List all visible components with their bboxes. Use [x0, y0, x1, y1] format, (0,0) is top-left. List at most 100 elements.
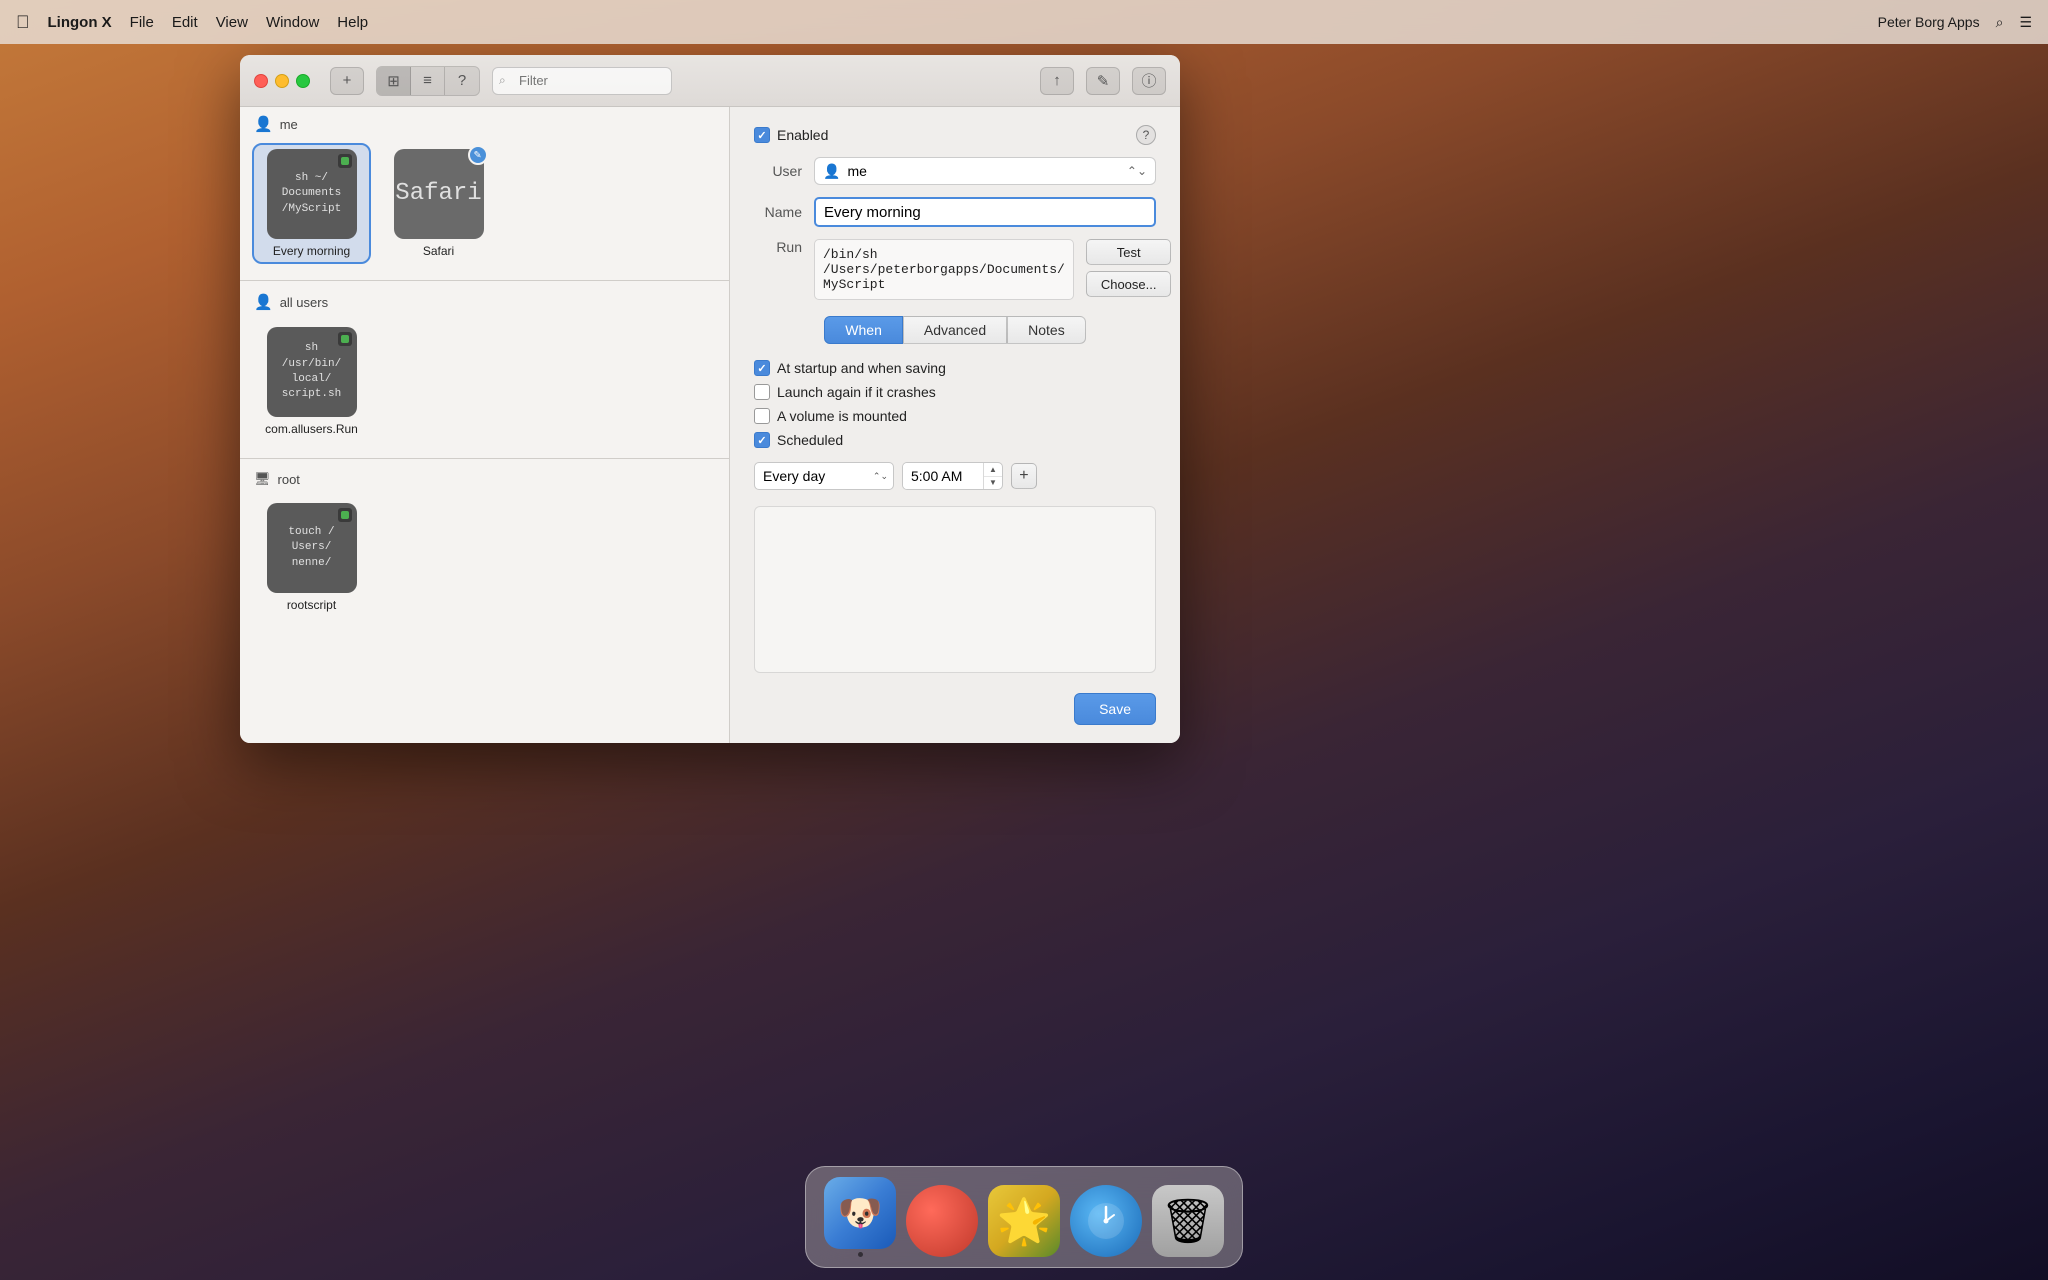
script-icon-com-allusers: sh /usr/bin/ local/ script.sh — [267, 327, 357, 417]
dock: 🌟 🗑 — [805, 1166, 1243, 1268]
share-button[interactable]: ↑ — [1040, 67, 1074, 95]
script-item-rootscript[interactable]: touch / Users/ nenne/ rootscript — [254, 499, 369, 616]
launch-again-label[interactable]: Launch again if it crashes — [754, 384, 1156, 400]
script-item-com-allusers[interactable]: sh /usr/bin/ local/ script.sh com.alluse… — [254, 323, 369, 440]
list-view-button[interactable]: ≡ — [411, 67, 445, 95]
volume-mounted-text: A volume is mounted — [777, 408, 907, 424]
enabled-checkbox-label[interactable]: Enabled — [754, 127, 828, 143]
green-dot-com-allusers — [338, 332, 352, 346]
volume-mounted-checkbox[interactable] — [754, 408, 770, 424]
script-label-rootscript: rootscript — [287, 598, 336, 612]
schedule-row: Every day Every hour Every week Every mo… — [754, 462, 1156, 490]
test-button[interactable]: Test — [1086, 239, 1172, 265]
name-field-label: Name — [754, 204, 802, 220]
volume-mounted-label[interactable]: A volume is mounted — [754, 408, 1156, 424]
user-dropdown[interactable]: 👤 me ⌃⌄ — [814, 157, 1156, 185]
schedule-dropdown[interactable]: Every day Every hour Every week Every mo… — [754, 462, 894, 490]
menubar-list-icon[interactable]: ☰ — [2019, 14, 2032, 31]
scheduled-label[interactable]: Scheduled — [754, 432, 1156, 448]
script-icon-rootscript: touch / Users/ nenne/ — [267, 503, 357, 593]
menu-file[interactable]: File — [130, 14, 154, 31]
add-button[interactable]: + — [330, 67, 364, 95]
share-icon: ↑ — [1053, 72, 1061, 89]
view-toggle-group: ⊞ ≡ ? — [376, 66, 480, 96]
at-startup-label[interactable]: At startup and when saving — [754, 360, 1156, 376]
time-input[interactable] — [903, 463, 983, 489]
scripts-grid-all-users: sh /usr/bin/ local/ script.sh com.alluse… — [240, 317, 729, 454]
divider-2 — [240, 458, 729, 459]
quicktime-svg — [1086, 1201, 1126, 1241]
enabled-label: Enabled — [777, 127, 828, 143]
user-icon-me: 👤 — [254, 115, 273, 133]
enabled-row: Enabled ? — [754, 125, 1156, 145]
enabled-checkbox[interactable] — [754, 127, 770, 143]
tab-when[interactable]: When — [824, 316, 903, 344]
traffic-lights — [254, 74, 310, 88]
dock-item-trash[interactable]: 🗑 — [1152, 1185, 1224, 1257]
enabled-help-button[interactable]: ? — [1136, 125, 1156, 145]
list-icon: ≡ — [423, 72, 432, 89]
edit-button[interactable]: ✎ — [1086, 67, 1120, 95]
apple-menu[interactable]:  — [16, 12, 30, 33]
menu-window[interactable]: Window — [266, 14, 319, 31]
info-button[interactable]: ⓘ — [1132, 67, 1166, 95]
menubar-peter-borg: Peter Borg Apps — [1878, 14, 1980, 30]
script-label-com-allusers: com.allusers.Run — [265, 422, 358, 436]
grid-view-button[interactable]: ⊞ — [377, 67, 411, 95]
script-icon-safari: ✎ Safari — [394, 149, 484, 239]
monitor-icon-root: 🖥 — [254, 471, 271, 487]
time-decrement-button[interactable]: ▼ — [984, 477, 1002, 490]
grid-icon: ⊞ — [387, 72, 400, 90]
dock-item-finder[interactable] — [824, 1177, 896, 1257]
main-window: + ⊞ ≡ ? ⌕ ↑ ✎ ⓘ — [240, 55, 1180, 743]
scheduled-checkbox[interactable] — [754, 432, 770, 448]
section-me: 👤 me — [240, 107, 729, 139]
finder-icon — [824, 1177, 896, 1249]
name-input[interactable] — [814, 197, 1156, 227]
dock-item-perple[interactable]: 🌟 — [988, 1185, 1060, 1257]
menubar-search-icon[interactable]: ⌕ — [1996, 14, 2004, 31]
divider-1 — [240, 280, 729, 281]
tabs-bar: When Advanced Notes — [754, 316, 1156, 344]
close-button[interactable] — [254, 74, 268, 88]
menu-edit[interactable]: Edit — [172, 14, 198, 31]
dropdown-arrow: ⌃⌄ — [1127, 164, 1147, 178]
filter-wrap: ⌕ — [492, 67, 672, 95]
ball-icon — [906, 1185, 978, 1257]
menubar:  Lingon X File Edit View Window Help Pe… — [0, 0, 2048, 44]
launch-again-checkbox[interactable] — [754, 384, 770, 400]
run-field[interactable]: /bin/sh /Users/peterborgapps/Documents/ … — [814, 239, 1074, 300]
menu-help[interactable]: Help — [337, 14, 368, 31]
dock-item-ball[interactable] — [906, 1185, 978, 1257]
app-name[interactable]: Lingon X — [48, 14, 112, 31]
tab-advanced[interactable]: Advanced — [903, 316, 1007, 344]
run-field-label: Run — [754, 239, 802, 255]
filter-input[interactable] — [492, 67, 672, 95]
pencil-icon: ✎ — [1097, 72, 1110, 90]
scheduled-text: Scheduled — [777, 432, 843, 448]
time-stepper: ▲ ▼ — [983, 463, 1002, 489]
menu-view[interactable]: View — [216, 14, 248, 31]
dock-item-quicktime[interactable] — [1070, 1185, 1142, 1257]
save-button[interactable]: Save — [1074, 693, 1156, 725]
add-schedule-button[interactable]: + — [1011, 463, 1037, 489]
tab-notes[interactable]: Notes — [1007, 316, 1086, 344]
script-item-every-morning[interactable]: sh ~/ Documents /MyScript Every morning — [254, 145, 369, 262]
info-icon: ⓘ — [1141, 70, 1156, 91]
time-increment-button[interactable]: ▲ — [984, 463, 1002, 477]
maximize-button[interactable] — [296, 74, 310, 88]
help-view-button[interactable]: ? — [445, 67, 479, 95]
run-buttons: Test Choose... — [1086, 239, 1172, 297]
choose-button[interactable]: Choose... — [1086, 271, 1172, 297]
minimize-button[interactable] — [275, 74, 289, 88]
user-icon-small: 👤 — [823, 163, 840, 180]
script-item-safari[interactable]: ✎ Safari Safari — [381, 145, 496, 262]
trash-icon: 🗑 — [1152, 1185, 1224, 1257]
time-input-wrap: ▲ ▼ — [902, 462, 1003, 490]
name-row: Name — [754, 197, 1156, 227]
at-startup-checkbox[interactable] — [754, 360, 770, 376]
launch-again-text: Launch again if it crashes — [777, 384, 936, 400]
question-icon: ? — [458, 72, 466, 89]
script-list: 👤 me sh ~/ Documents /MyScript Every mor… — [240, 107, 730, 743]
quicktime-icon — [1070, 1185, 1142, 1257]
